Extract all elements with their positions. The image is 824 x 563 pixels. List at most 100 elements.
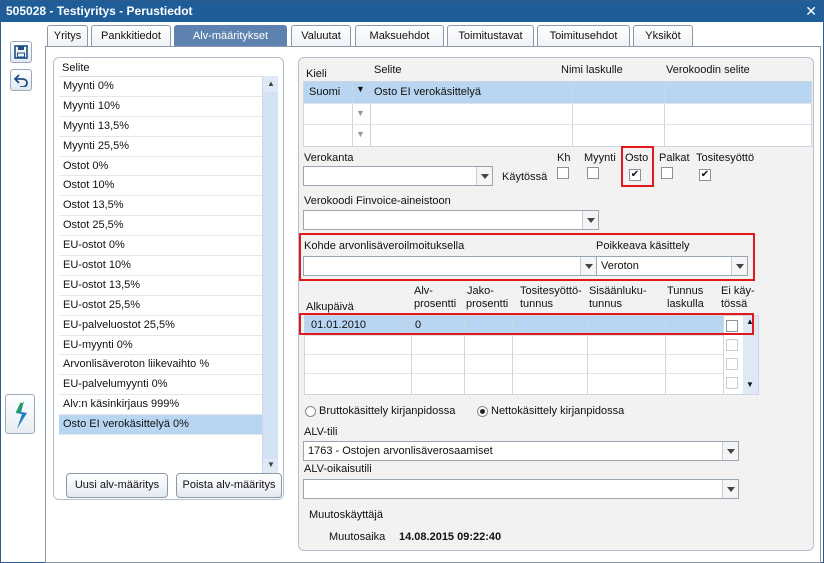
tab-toimitusehdot[interactable]: Toimitusehdot — [537, 25, 630, 47]
list-item[interactable]: Arvonlisäveroton liikevaihto % — [59, 355, 262, 376]
chevron-down-icon[interactable] — [476, 167, 492, 185]
muutosaika-label: Muutosaika — [329, 531, 386, 543]
brutto-radio[interactable] — [305, 406, 316, 417]
osto-checkbox[interactable]: ✔ — [629, 169, 641, 181]
list-item[interactable]: EU-ostot 0% — [59, 236, 262, 257]
scroll-up-icon[interactable]: ▲ — [267, 79, 275, 88]
ei-kaytossa-header-1: Ei käy- — [721, 285, 755, 297]
netto-radio[interactable] — [477, 406, 488, 417]
sisaanluku-header-2: tunnus — [589, 298, 623, 310]
language-grid[interactable]: Suomi ▼ Osto EI verokäsittelyä ▼ ▼ — [303, 81, 812, 147]
close-icon[interactable]: ✕ — [805, 1, 817, 22]
kh-checkbox[interactable] — [557, 167, 569, 179]
app-launch-button[interactable] — [5, 394, 35, 434]
tab-content: Selite Myynti 0% Myynti 10% Myynti 13,5% My… — [45, 46, 821, 563]
scroll-down-icon[interactable]: ▼ — [746, 380, 754, 389]
chevron-down-icon[interactable] — [731, 257, 747, 275]
muutosaika-value: 14.08.2015 09:22:40 — [399, 531, 502, 543]
ei-kaytossa-checkbox[interactable] — [726, 358, 738, 370]
chevron-down-icon[interactable] — [582, 211, 598, 229]
osto-label: Osto — [625, 152, 649, 164]
finvoice-select[interactable] — [303, 210, 599, 230]
alv-list[interactable]: Myynti 0% Myynti 10% Myynti 13,5% Myynti 25… — [59, 76, 262, 456]
list-item[interactable]: Myynti 25,5% — [59, 137, 262, 157]
list-scrollbar[interactable]: ▲ ▼ — [262, 76, 278, 475]
palkat-checkbox[interactable] — [661, 167, 673, 179]
kieli-dropdown-icon[interactable]: ▼ — [356, 84, 365, 94]
ei-kaytossa-checkbox[interactable] — [726, 377, 738, 389]
list-item[interactable]: Ostot 10% — [59, 176, 262, 197]
list-item[interactable]: Myynti 0% — [59, 77, 262, 97]
alv-list-panel: Selite Myynti 0% Myynti 10% Myynti 13,5% My… — [53, 57, 284, 500]
tab-pankkitiedot[interactable]: Pankkitiedot — [91, 25, 171, 47]
alv-oikaisutili-label: ALV-oikaisutili — [304, 463, 372, 475]
empty-dropdown-icon[interactable]: ▼ — [356, 129, 365, 139]
chevron-down-icon[interactable] — [722, 480, 738, 498]
ei-kaytossa-header-2: tössä — [721, 298, 748, 310]
kh-label: Kh — [557, 152, 571, 164]
list-item[interactable]: EU-myynti 0% — [59, 336, 262, 356]
alv-detail-panel: Kieli Selite Nimi laskulle Verokoodin se… — [298, 57, 814, 551]
tab-toimitustavat[interactable]: Toimitustavat — [447, 25, 534, 47]
alv-tili-value: 1763 - Ostojen arvonlisäverosaamiset — [308, 445, 493, 457]
alv-oikaisutili-select[interactable] — [303, 479, 739, 499]
list-item[interactable]: Myynti 10% — [59, 97, 262, 117]
kohde-label: Kohde arvonlisäveroilmoituksella — [304, 240, 465, 252]
ei-kaytossa-checkbox[interactable] — [726, 339, 738, 351]
list-item[interactable]: EU-ostot 10% — [59, 256, 262, 276]
alv-header-2: prosentti — [414, 298, 457, 310]
sisaanluku-header-1: Sisäänluku- — [589, 285, 647, 297]
alv-tili-select[interactable]: 1763 - Ostojen arvonlisäverosaamiset — [303, 441, 739, 461]
kieli-value: Suomi — [309, 86, 341, 98]
kohde-select[interactable] — [303, 256, 597, 276]
tab-yksikot[interactable]: Yksiköt — [633, 25, 693, 47]
poikkeava-select[interactable]: Veroton — [596, 256, 748, 276]
alv-header-1: Alv- — [414, 285, 433, 297]
netto-label: Nettokäsittely kirjanpidossa — [491, 405, 625, 417]
list-item[interactable]: Ostot 13,5% — [59, 196, 262, 217]
tab-valuutat[interactable]: Valuutat — [291, 25, 351, 47]
poikkeava-value: Veroton — [601, 260, 639, 272]
nimi-laskulle-header: Nimi laskulle — [561, 64, 623, 76]
title-bar: 505028 - Testiyritys - Perustiedot ✕ — [1, 1, 823, 22]
list-item[interactable]: EU-palveluostot 25,5% — [59, 316, 262, 336]
myynti-checkbox[interactable] — [587, 167, 599, 179]
brutto-label: Bruttokäsittely kirjanpidossa — [319, 405, 456, 417]
verokanta-select[interactable] — [303, 166, 493, 186]
scroll-down-icon[interactable]: ▼ — [267, 460, 275, 469]
kaytossa-label: Käytössä — [502, 171, 548, 183]
scroll-thumb[interactable] — [263, 92, 278, 459]
alv-tili-label: ALV-tili — [304, 426, 338, 438]
list-item[interactable]: Ostot 25,5% — [59, 216, 262, 237]
chevron-down-icon[interactable] — [580, 257, 596, 275]
window: 505028 - Testiyritys - Perustiedot ✕ Yri… — [0, 0, 824, 563]
myynti-label: Myynti — [584, 152, 616, 164]
left-toolbar — [1, 22, 37, 562]
finvoice-label: Verokoodi Finvoice-aineistoon — [304, 195, 451, 207]
kieli-header: Kieli — [306, 68, 327, 80]
chevron-down-icon[interactable] — [722, 442, 738, 460]
new-alv-button[interactable]: Uusi alv-määritys — [66, 473, 168, 498]
alkupaiva-header: Alkupäivä — [306, 301, 354, 313]
tab-maksuehdot[interactable]: Maksuehdot — [355, 25, 444, 47]
tab-yritys[interactable]: Yritys — [47, 25, 88, 47]
tab-alv-maaritykset[interactable]: Alv-määritykset — [174, 25, 287, 47]
undo-button[interactable] — [10, 69, 32, 91]
rate-row-highlight — [299, 313, 754, 335]
list-item[interactable]: Myynti 13,5% — [59, 117, 262, 137]
app-logo-icon — [15, 401, 27, 429]
verokoodin-selite-header: Verokoodin selite — [666, 64, 750, 76]
muutoskayttaja-label: Muutoskäyttäjä — [309, 509, 383, 521]
save-button[interactable] — [10, 41, 32, 63]
list-item[interactable]: EU-palvelumyynti 0% — [59, 375, 262, 396]
list-item[interactable]: EU-ostot 13,5% — [59, 276, 262, 296]
tositesyotto-header-2: tunnus — [520, 298, 554, 310]
list-item[interactable]: Ostot 0% — [59, 157, 262, 177]
language-row[interactable]: Suomi ▼ Osto EI verokäsittelyä — [304, 82, 811, 103]
empty-dropdown-icon[interactable]: ▼ — [356, 108, 365, 118]
delete-alv-button[interactable]: Poista alv-määritys — [176, 473, 282, 498]
list-item[interactable]: EU-ostot 25,5% — [59, 296, 262, 316]
list-item[interactable]: Alv:n käsinkirjaus 999% — [59, 395, 262, 416]
list-item[interactable]: Osto EI verokäsittelyä 0% — [59, 415, 262, 436]
tositesyotto-checkbox[interactable]: ✔ — [699, 169, 711, 181]
